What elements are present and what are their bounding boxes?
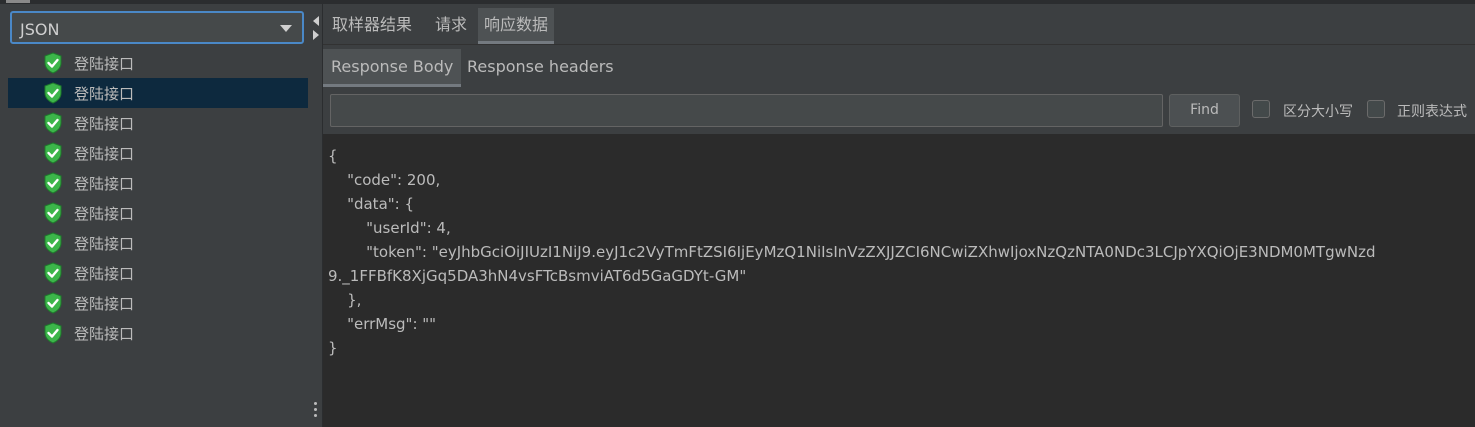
- success-shield-icon: [42, 322, 64, 344]
- tree-item-label: 登陆接口: [74, 265, 135, 283]
- sampler-tree: 登陆接口 登陆接口 登陆接口 登陆接口 登陆接口 登陆接口 登陆接口 登陆接口 登陆接口 登陆接口: [8, 48, 308, 348]
- tree-item-label: 登陆接口: [74, 175, 135, 193]
- menu-remnant: [6, 0, 30, 3]
- success-shield-icon: [42, 52, 64, 74]
- success-shield-icon: [42, 202, 64, 224]
- tabs-separator: [323, 44, 1475, 45]
- tree-item[interactable]: 登陆接口: [8, 78, 308, 108]
- response-body-viewer[interactable]: { "code": 200, "data": { "userId": 4, "t…: [323, 134, 1475, 427]
- find-button[interactable]: Find: [1169, 94, 1240, 127]
- chevron-down-icon[interactable]: [280, 25, 292, 32]
- tree-item[interactable]: 登陆接口: [8, 228, 308, 258]
- success-shield-icon: [42, 112, 64, 134]
- success-shield-icon: [42, 292, 64, 314]
- tree-item-label: 登陆接口: [74, 295, 135, 313]
- tree-item[interactable]: 登陆接口: [8, 318, 308, 348]
- view-mode-select[interactable]: JSON: [10, 11, 304, 44]
- tab-request[interactable]: 请求: [429, 8, 473, 44]
- tree-item[interactable]: 登陆接口: [8, 168, 308, 198]
- tab-response-headers[interactable]: Response headers: [459, 49, 622, 87]
- collapse-left-icon[interactable]: [313, 16, 319, 26]
- success-shield-icon: [42, 172, 64, 194]
- tree-item-label: 登陆接口: [74, 205, 135, 223]
- success-shield-icon: [42, 142, 64, 164]
- tree-item[interactable]: 登陆接口: [8, 138, 308, 168]
- case-sensitive-label: 区分大小写: [1283, 104, 1353, 120]
- tree-item-label: 登陆接口: [74, 325, 135, 343]
- tree-item[interactable]: 登陆接口: [8, 108, 308, 138]
- response-json-text: { "code": 200, "data": { "userId": 4, "t…: [328, 147, 1376, 357]
- tree-item-label: 登陆接口: [74, 145, 135, 163]
- tree-item[interactable]: 登陆接口: [8, 198, 308, 228]
- regex-label: 正则表达式: [1397, 104, 1467, 120]
- view-mode-value: JSON: [20, 20, 60, 39]
- tab-response-data[interactable]: 响应数据: [478, 8, 555, 44]
- success-shield-icon: [42, 232, 64, 254]
- search-input[interactable]: [330, 94, 1163, 127]
- tab-response-body[interactable]: Response Body: [323, 49, 462, 87]
- success-shield-icon: [42, 82, 64, 104]
- drag-handle-icon[interactable]: [314, 402, 317, 420]
- sampler-tree-panel: JSON 登陆接口 登陆接口 登陆接口 登陆接口 登陆接口 登陆接口 登陆接口 登陆接口 登陆接…: [0, 4, 310, 427]
- split-pane-divider[interactable]: [310, 4, 323, 427]
- result-panel: 取样器结果 请求 响应数据 Response Body Response hea…: [323, 4, 1475, 427]
- tree-item[interactable]: 登陆接口: [8, 48, 308, 78]
- expand-right-icon[interactable]: [313, 30, 319, 40]
- tree-item-label: 登陆接口: [74, 55, 135, 73]
- tree-item-label: 登陆接口: [74, 85, 135, 103]
- tree-item-label: 登陆接口: [74, 115, 135, 133]
- tab-sampler-result[interactable]: 取样器结果: [326, 8, 418, 44]
- tree-item[interactable]: 登陆接口: [8, 258, 308, 288]
- tree-item[interactable]: 登陆接口: [8, 288, 308, 318]
- tree-item-label: 登陆接口: [74, 235, 135, 253]
- regex-checkbox[interactable]: [1367, 100, 1385, 118]
- case-sensitive-checkbox[interactable]: [1252, 100, 1270, 118]
- success-shield-icon: [42, 262, 64, 284]
